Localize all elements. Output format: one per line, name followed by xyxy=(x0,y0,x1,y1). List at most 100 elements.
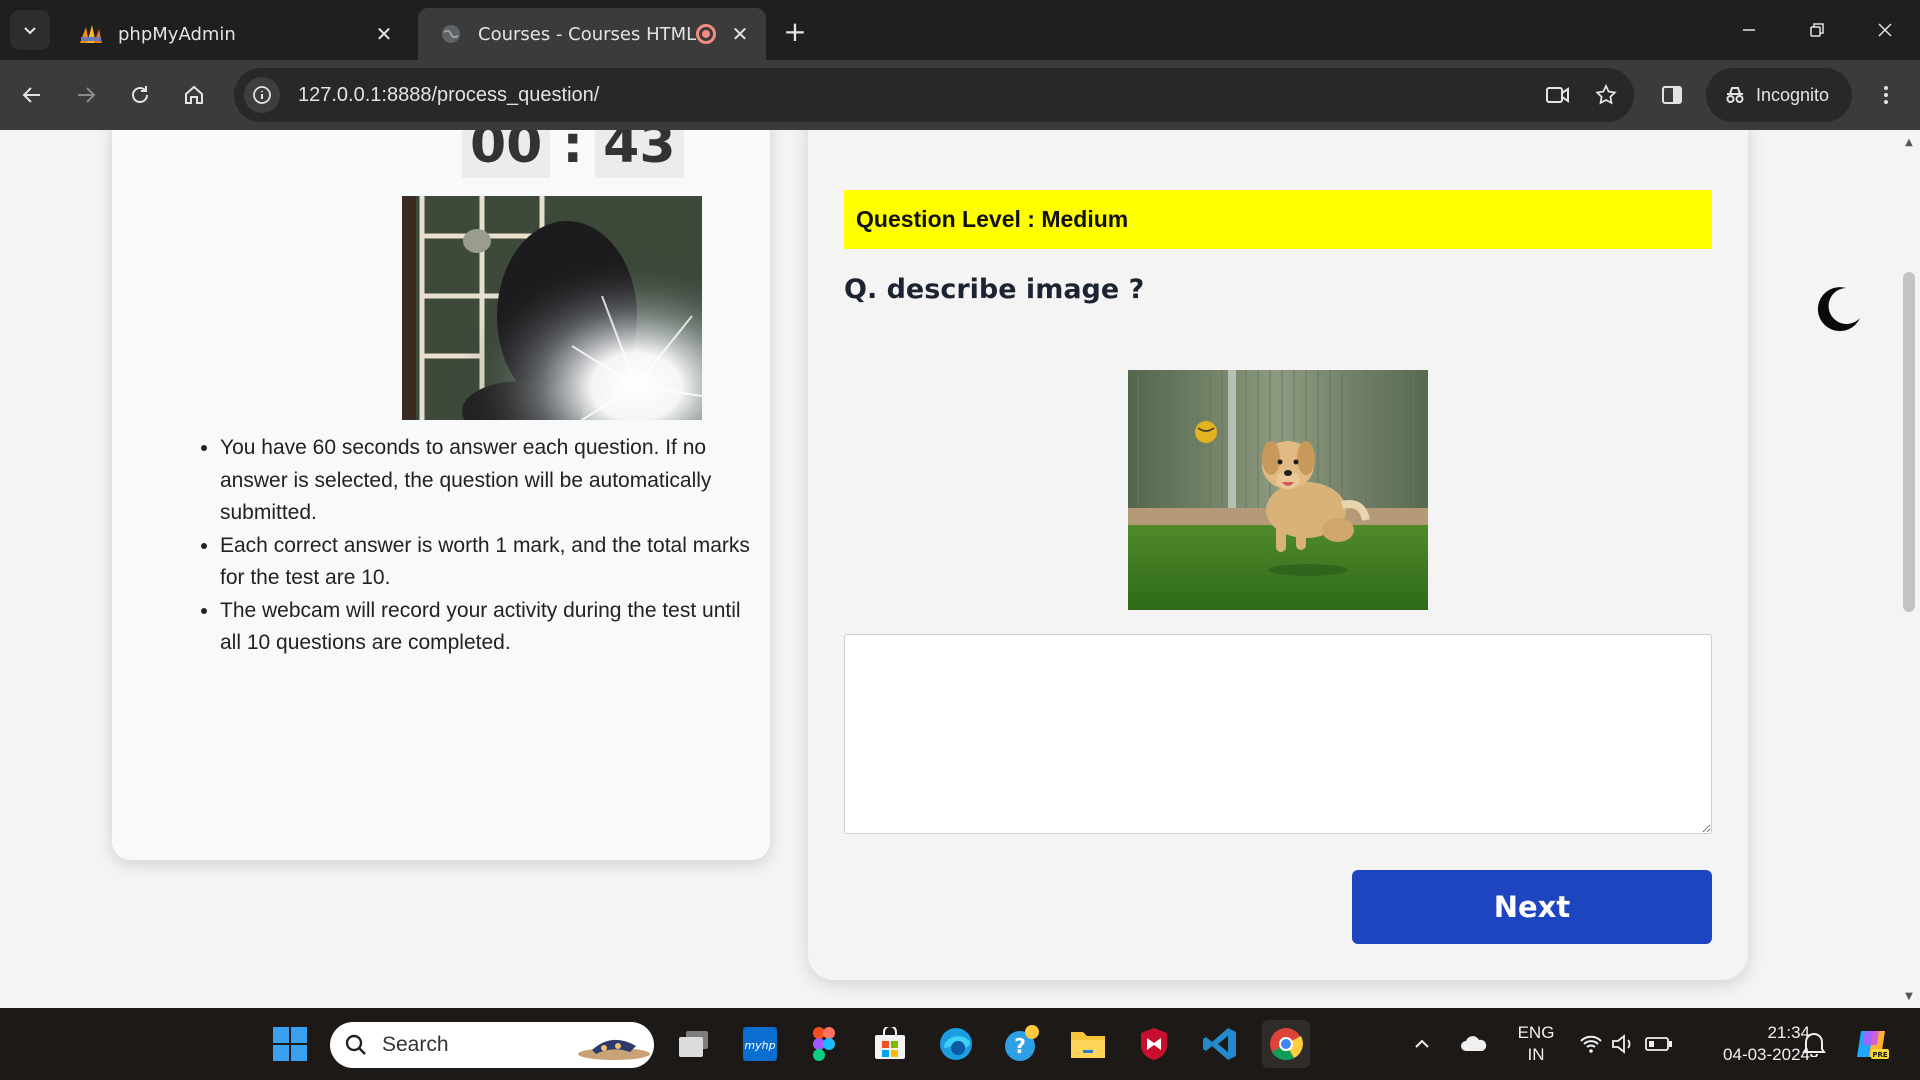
browser-menu-button[interactable] xyxy=(1866,75,1906,115)
myhp-icon: myhp xyxy=(743,1027,777,1061)
cloud-icon xyxy=(1461,1036,1487,1051)
get-help-app[interactable]: ? xyxy=(998,1020,1046,1068)
instruction-item: Each correct answer is worth 1 mark, and… xyxy=(220,530,766,595)
browser-tab-bar: phpMyAdmin ✕ Courses - Courses HTML Te ✕… xyxy=(0,0,1920,60)
timer-separator: : xyxy=(562,130,584,175)
chevron-down-icon xyxy=(24,27,36,35)
url-text[interactable]: 127.0.0.1:8888/process_question/ xyxy=(298,84,1538,107)
chrome-icon xyxy=(1270,1028,1303,1061)
browser-toolbar: 127.0.0.1:8888/process_question/ Incogni… xyxy=(0,60,1920,130)
next-button[interactable]: Next xyxy=(1352,870,1712,944)
camera-in-use-icon[interactable] xyxy=(1538,75,1578,115)
instructions-list: You have 60 seconds to answer each quest… xyxy=(192,432,766,660)
bell-icon xyxy=(1802,1033,1826,1057)
taskbar-search[interactable]: Search xyxy=(330,1022,654,1068)
chevron-up-icon xyxy=(1415,1039,1429,1048)
system-clock[interactable]: 21:34 04-03-2024 xyxy=(1690,1008,1810,1080)
timer-seconds: 43 xyxy=(595,130,684,178)
tab-search-button[interactable] xyxy=(10,10,50,50)
moon-icon xyxy=(1817,287,1860,332)
instruction-item: You have 60 seconds to answer each quest… xyxy=(220,432,766,530)
search-highlight-icon xyxy=(578,1039,650,1060)
vscode-app[interactable] xyxy=(1196,1020,1244,1068)
back-button[interactable] xyxy=(12,75,52,115)
forward-button[interactable] xyxy=(66,75,106,115)
timer-minutes: 00 xyxy=(462,130,551,178)
phpmyadmin-logo-icon xyxy=(78,21,104,47)
close-icon xyxy=(1878,23,1892,37)
question-level-banner: Question Level : Medium xyxy=(844,190,1712,249)
close-window-button[interactable] xyxy=(1860,10,1910,50)
copilot-button[interactable]: PRE xyxy=(1848,1020,1896,1068)
volume-icon xyxy=(1612,1034,1631,1054)
scrollbar-thumb[interactable] xyxy=(1903,272,1915,612)
figma-app[interactable] xyxy=(800,1020,848,1068)
tab-courses[interactable]: Courses - Courses HTML Te ✕ xyxy=(418,8,766,60)
home-button[interactable] xyxy=(174,75,214,115)
scroll-up-arrow-icon[interactable]: ▲ xyxy=(1903,136,1915,148)
reload-button[interactable] xyxy=(120,75,160,115)
mcafee-shield-icon xyxy=(1141,1028,1167,1060)
restore-button[interactable] xyxy=(1792,10,1842,50)
chrome-app[interactable] xyxy=(1262,1020,1310,1068)
lang-code: ENG xyxy=(1517,1023,1555,1042)
minimize-button[interactable] xyxy=(1724,10,1774,50)
mcafee-app[interactable] xyxy=(1130,1020,1178,1068)
reload-icon xyxy=(132,86,148,103)
tab-close-icon[interactable]: ✕ xyxy=(370,20,398,48)
tab-phpmyadmin[interactable]: phpMyAdmin ✕ xyxy=(58,8,410,60)
lang-region: IN xyxy=(1527,1045,1545,1064)
myhp-app[interactable]: myhp xyxy=(736,1020,784,1068)
answer-textarea[interactable] xyxy=(844,634,1712,834)
file-explorer-app[interactable] xyxy=(1064,1020,1112,1068)
test-info-card: 00 : 43 • You have 60 seconds to answer … xyxy=(112,130,770,860)
incognito-indicator[interactable]: Incognito xyxy=(1706,68,1852,122)
notifications-button[interactable] xyxy=(1794,1020,1834,1068)
svg-text:?: ? xyxy=(1014,1034,1026,1058)
quick-settings-tray[interactable] xyxy=(1576,1020,1676,1068)
side-panel-icon xyxy=(1662,86,1682,104)
help-icon: ? xyxy=(1005,1025,1039,1061)
question-text: Q. describe image ? xyxy=(844,274,1145,305)
show-hidden-icons-button[interactable] xyxy=(1406,1020,1438,1068)
countdown-timer: 00 : 43 xyxy=(462,130,684,178)
microsoft-store-app[interactable] xyxy=(866,1020,914,1068)
site-info-icon[interactable] xyxy=(244,77,280,113)
dark-mode-toggle[interactable] xyxy=(1812,284,1864,336)
tab-close-icon[interactable]: ✕ xyxy=(726,20,754,48)
edge-app[interactable] xyxy=(932,1020,980,1068)
folder-icon xyxy=(1071,1032,1105,1058)
task-view-icon xyxy=(679,1031,708,1057)
svg-text:myhp: myhp xyxy=(744,1039,775,1052)
side-panel-button[interactable] xyxy=(1652,75,1692,115)
arrow-left-icon xyxy=(22,87,40,103)
page-viewport: 00 : 43 • You have 60 seconds to answer … xyxy=(0,130,1920,1008)
search-icon xyxy=(345,1034,366,1055)
globe-icon xyxy=(438,21,464,47)
home-icon xyxy=(185,85,203,104)
wifi-icon xyxy=(1580,1035,1602,1053)
recording-icon xyxy=(696,24,716,44)
windows-logo-icon xyxy=(273,1027,307,1061)
tab-title: phpMyAdmin xyxy=(118,23,236,45)
incognito-label: Incognito xyxy=(1756,84,1830,105)
instruction-item: The webcam will record your activity dur… xyxy=(220,595,766,660)
vscode-icon xyxy=(1203,1028,1236,1060)
page-scrollbar[interactable]: ▲ ▼ xyxy=(1898,130,1920,1008)
figma-icon xyxy=(813,1027,835,1061)
arrow-right-icon xyxy=(78,87,96,103)
start-button[interactable] xyxy=(266,1020,314,1068)
battery-icon xyxy=(1645,1037,1672,1051)
new-tab-button[interactable]: + xyxy=(778,14,812,48)
store-icon xyxy=(875,1027,905,1059)
address-bar[interactable]: 127.0.0.1:8888/process_question/ xyxy=(234,68,1634,122)
minimize-icon xyxy=(1743,29,1755,31)
copilot-icon: PRE xyxy=(1857,1031,1889,1059)
onedrive-tray[interactable] xyxy=(1454,1020,1494,1068)
language-indicator[interactable]: ENG IN xyxy=(1508,1008,1564,1080)
scroll-down-arrow-icon[interactable]: ▼ xyxy=(1903,990,1915,1002)
edge-icon xyxy=(940,1028,972,1060)
bookmark-star-icon[interactable] xyxy=(1586,75,1626,115)
search-placeholder: Search xyxy=(382,1033,449,1056)
task-view-button[interactable] xyxy=(670,1020,718,1068)
